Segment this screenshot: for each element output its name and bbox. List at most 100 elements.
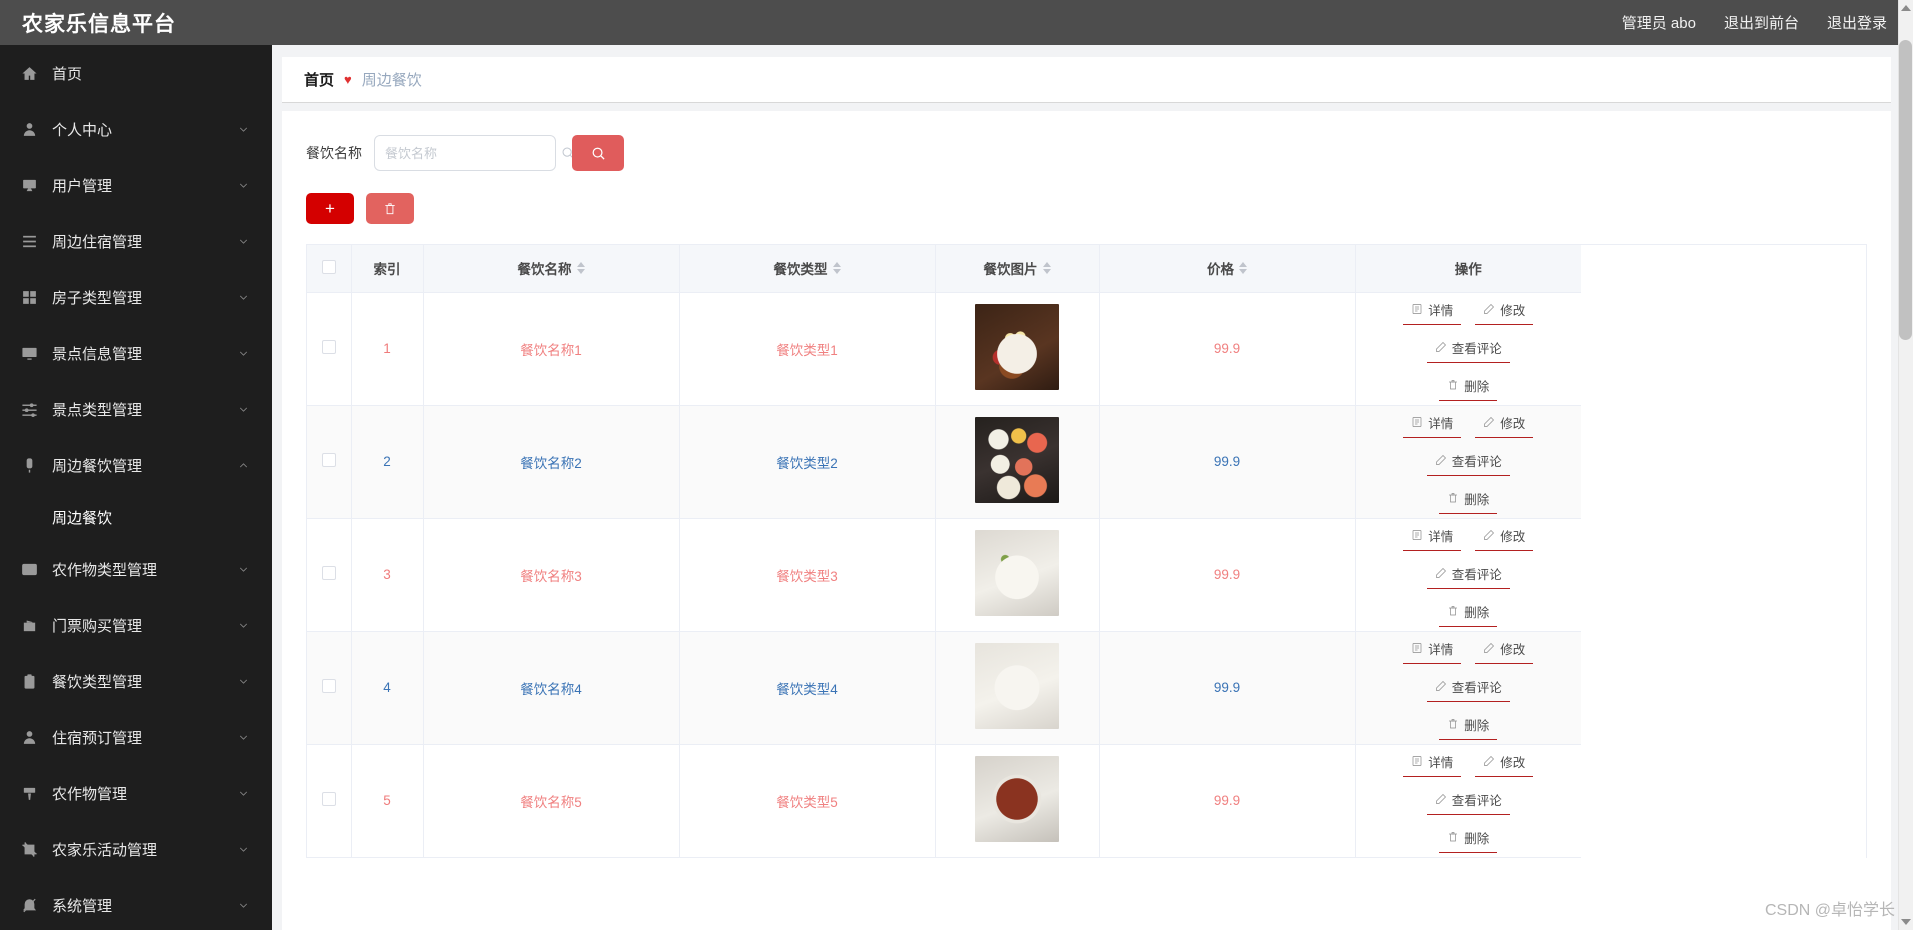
breadcrumb-home[interactable]: 首页 [304,69,334,90]
edit-button[interactable]: 修改 [1475,523,1534,551]
sidebar-item-system-management[interactable]: 系统管理 [0,877,272,930]
row-checkbox[interactable] [321,453,336,467]
cell-image[interactable] [935,744,1100,858]
edit-button[interactable]: 修改 [1475,636,1534,664]
dining-thumbnail[interactable] [975,417,1059,503]
view-comments-button[interactable]: 查看评论 [1426,674,1510,702]
select-all-checkbox[interactable] [321,259,336,274]
edit-button[interactable]: 修改 [1475,297,1534,325]
row-checkbox[interactable] [321,792,336,806]
th-select-all[interactable] [307,245,352,293]
cell-name[interactable]: 餐饮名称5 [423,744,680,858]
cell-checkbox[interactable] [307,292,352,406]
cell-name[interactable]: 餐饮名称3 [423,518,680,632]
cell-checkbox[interactable] [307,518,352,632]
th-type[interactable]: 餐饮类型 [679,245,936,293]
sidebar-item-attraction-type-management[interactable]: 景点类型管理 [0,381,272,437]
cell-checkbox[interactable] [307,405,352,519]
batch-delete-button[interactable] [366,193,414,224]
view-comments-button[interactable]: 查看评论 [1426,448,1510,476]
logout-link[interactable]: 退出登录 [1827,12,1887,33]
view-comments-button[interactable]: 查看评论 [1426,561,1510,589]
cell-type[interactable]: 餐饮类型2 [679,405,936,519]
cell-type[interactable]: 餐饮类型5 [679,744,936,858]
sort-icon[interactable] [576,262,585,275]
crop-icon [18,838,40,860]
view-comments-button[interactable]: 查看评论 [1426,787,1510,815]
cell-type[interactable]: 餐饮类型4 [679,631,936,745]
admin-user-label[interactable]: 管理员 abo [1622,12,1696,33]
op-label: 删除 [1464,605,1490,620]
row-checkbox[interactable] [321,340,336,354]
dining-table: 索引 餐饮名称 餐饮类型 餐饮图片 价格 操作 1 餐饮名称1 餐饮类型1 99… [307,245,1581,858]
cell-image[interactable] [935,292,1100,406]
page-scrollbar[interactable] [1898,0,1913,930]
sidebar-item-crop-type-management[interactable]: 农作物类型管理 [0,541,272,597]
edit-button[interactable]: 修改 [1475,749,1534,777]
row-checkbox[interactable] [321,566,336,580]
detail-button[interactable]: 详情 [1403,636,1462,664]
sort-icon[interactable] [1239,262,1247,275]
detail-button[interactable]: 详情 [1403,297,1462,325]
th-name[interactable]: 餐饮名称 [423,245,680,293]
edit-icon [1484,417,1495,427]
op-label: 修改 [1500,755,1526,770]
delete-button[interactable]: 删除 [1439,486,1498,514]
delete-button[interactable]: 删除 [1439,825,1498,853]
sidebar-label: 周边餐饮管理 [52,457,143,475]
cell-checkbox[interactable] [307,744,352,858]
op-label: 详情 [1428,303,1454,318]
dining-thumbnail[interactable] [975,756,1059,842]
detail-button[interactable]: 详情 [1403,523,1462,551]
scroll-down-arrow[interactable] [1901,919,1911,925]
sidebar-item-attraction-info-management[interactable]: 景点信息管理 [0,325,272,381]
cell-price: 99.9 [1099,631,1356,745]
sort-icon[interactable] [1042,262,1051,275]
th-price[interactable]: 价格 [1099,245,1356,293]
sidebar-item-ticket-purchase-management[interactable]: 门票购买管理 [0,597,272,653]
cell-name[interactable]: 餐饮名称1 [423,292,680,406]
add-button[interactable]: + [306,193,354,224]
delete-button[interactable]: 删除 [1439,712,1498,740]
sidebar-subitem-dining[interactable]: 周边餐饮 [0,493,272,541]
cell-name[interactable]: 餐饮名称4 [423,631,680,745]
dining-thumbnail[interactable] [975,643,1059,729]
sidebar-item-house-type-management[interactable]: 房子类型管理 [0,269,272,325]
dining-thumbnail[interactable] [975,304,1059,390]
sidebar-item-lodging-management[interactable]: 周边住宿管理 [0,213,272,269]
row-checkbox[interactable] [321,679,336,693]
cell-checkbox[interactable] [307,631,352,745]
cell-image[interactable] [935,405,1100,519]
sidebar-item-crop-management[interactable]: 农作物管理 [0,765,272,821]
sidebar-item-user-management[interactable]: 用户管理 [0,157,272,213]
search-input[interactable] [385,145,561,161]
cell-name[interactable]: 餐饮名称2 [423,405,680,519]
sidebar-item-dining-type-management[interactable]: 餐饮类型管理 [0,653,272,709]
sidebar-item-home[interactable]: 首页 [0,45,272,101]
cell-image[interactable] [935,518,1100,632]
scroll-up-arrow[interactable] [1901,5,1911,11]
detail-button[interactable]: 详情 [1403,410,1462,438]
trash-icon [1449,719,1458,729]
row-operations: 详情 修改 查看评论 删除 [1356,406,1582,518]
exit-to-front-link[interactable]: 退出到前台 [1724,12,1799,33]
edit-button[interactable]: 修改 [1475,410,1534,438]
sidebar-item-activity-management[interactable]: 农家乐活动管理 [0,821,272,877]
cell-type[interactable]: 餐饮类型3 [679,518,936,632]
sort-icon[interactable] [832,262,841,275]
breadcrumb-current[interactable]: 周边餐饮 [362,69,422,90]
search-input-wrapper[interactable] [374,135,574,171]
dining-thumbnail[interactable] [975,530,1059,616]
scroll-thumb[interactable] [1899,40,1912,340]
sidebar-item-lodging-booking-management[interactable]: 住宿预订管理 [0,709,272,765]
sidebar-item-personal-center[interactable]: 个人中心 [0,101,272,157]
cell-type[interactable]: 餐饮类型1 [679,292,936,406]
delete-button[interactable]: 删除 [1439,599,1498,627]
search-button[interactable] [572,135,624,171]
cell-image[interactable] [935,631,1100,745]
detail-button[interactable]: 详情 [1403,749,1462,777]
sidebar-item-dining-management[interactable]: 周边餐饮管理 [0,437,272,493]
delete-button[interactable]: 删除 [1439,373,1498,401]
view-comments-button[interactable]: 查看评论 [1426,335,1510,363]
th-image[interactable]: 餐饮图片 [935,245,1100,293]
